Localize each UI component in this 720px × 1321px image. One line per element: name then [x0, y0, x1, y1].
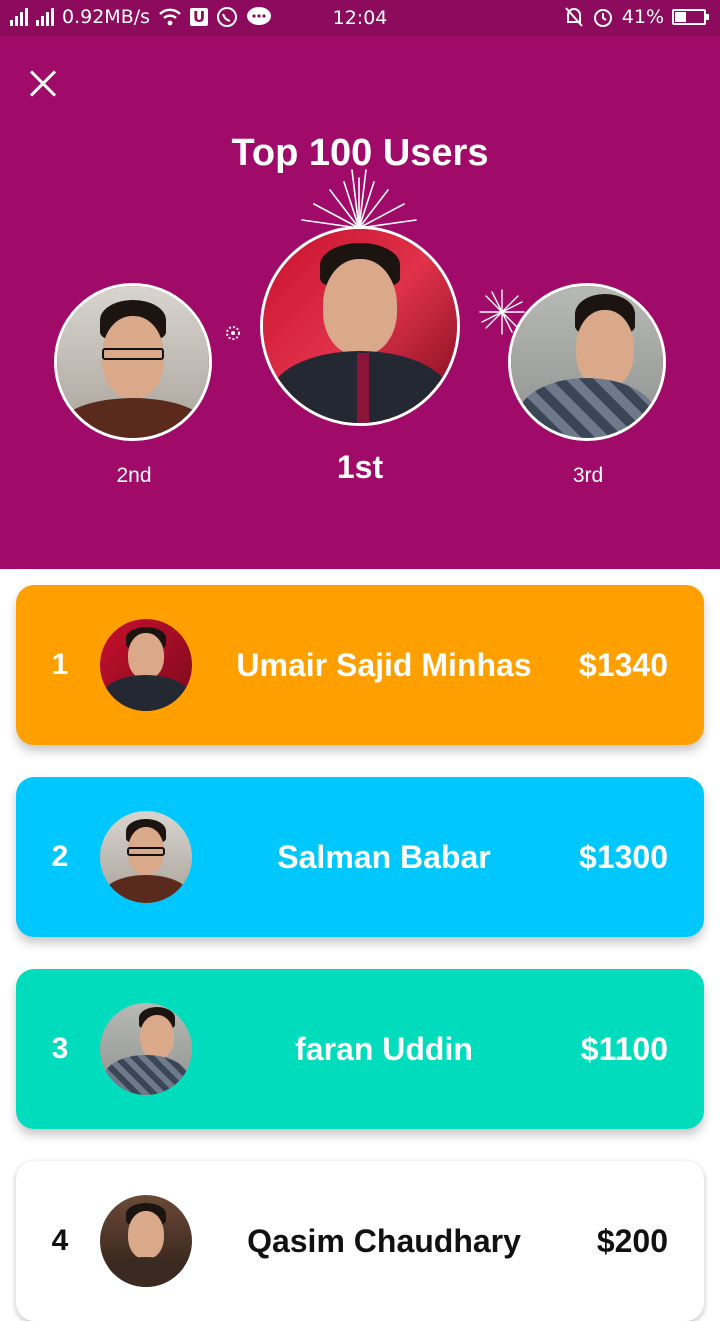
status-right: 41%: [564, 6, 709, 28]
user-amount: $1300: [579, 839, 668, 875]
avatar: [100, 619, 192, 711]
battery-icon: [672, 9, 709, 25]
leaderboard-row[interactable]: 3 faran Uddin $1100: [16, 969, 704, 1129]
user-name: faran Uddin: [295, 1031, 473, 1067]
close-icon[interactable]: [22, 62, 66, 106]
user-name: Salman Babar: [277, 839, 491, 875]
rank-number: 3: [51, 1032, 69, 1065]
podium-avatar-second[interactable]: [54, 283, 212, 441]
user-name: Qasim Chaudhary: [247, 1223, 521, 1259]
alarm-icon: [593, 9, 612, 27]
sparkle-dot-icon: [226, 326, 240, 340]
leaderboard-row[interactable]: 2 Salman Babar $1300: [16, 777, 704, 937]
leaderboard-row[interactable]: 4 Qasim Chaudhary $200: [16, 1161, 704, 1321]
user-name: Umair Sajid Minhas: [236, 647, 532, 683]
podium-label-third: 3rd: [572, 464, 604, 487]
leaderboard-header: Top 100 Users 2nd 1st 3rd: [0, 36, 720, 569]
rank-number: 1: [51, 648, 69, 681]
podium-avatar-third[interactable]: [508, 283, 666, 441]
avatar: [100, 1195, 192, 1287]
leaderboard-row[interactable]: 1 Umair Sajid Minhas $1340: [16, 585, 704, 745]
podium-avatar-first[interactable]: [260, 226, 460, 426]
user-amount: $1340: [579, 647, 668, 683]
battery-percent: 41%: [621, 6, 664, 28]
avatar: [100, 1003, 192, 1095]
user-amount: $200: [596, 1223, 668, 1259]
podium-label-first: 1st: [336, 449, 384, 485]
status-bar: 0.92MB/s U 12:04 41%: [0, 0, 720, 36]
rank-number: 2: [51, 840, 69, 873]
user-amount: $1100: [580, 1031, 668, 1067]
podium-label-second: 2nd: [116, 464, 152, 487]
rank-number: 4: [51, 1224, 69, 1257]
bell-muted-icon: [565, 7, 583, 27]
avatar: [100, 811, 192, 903]
